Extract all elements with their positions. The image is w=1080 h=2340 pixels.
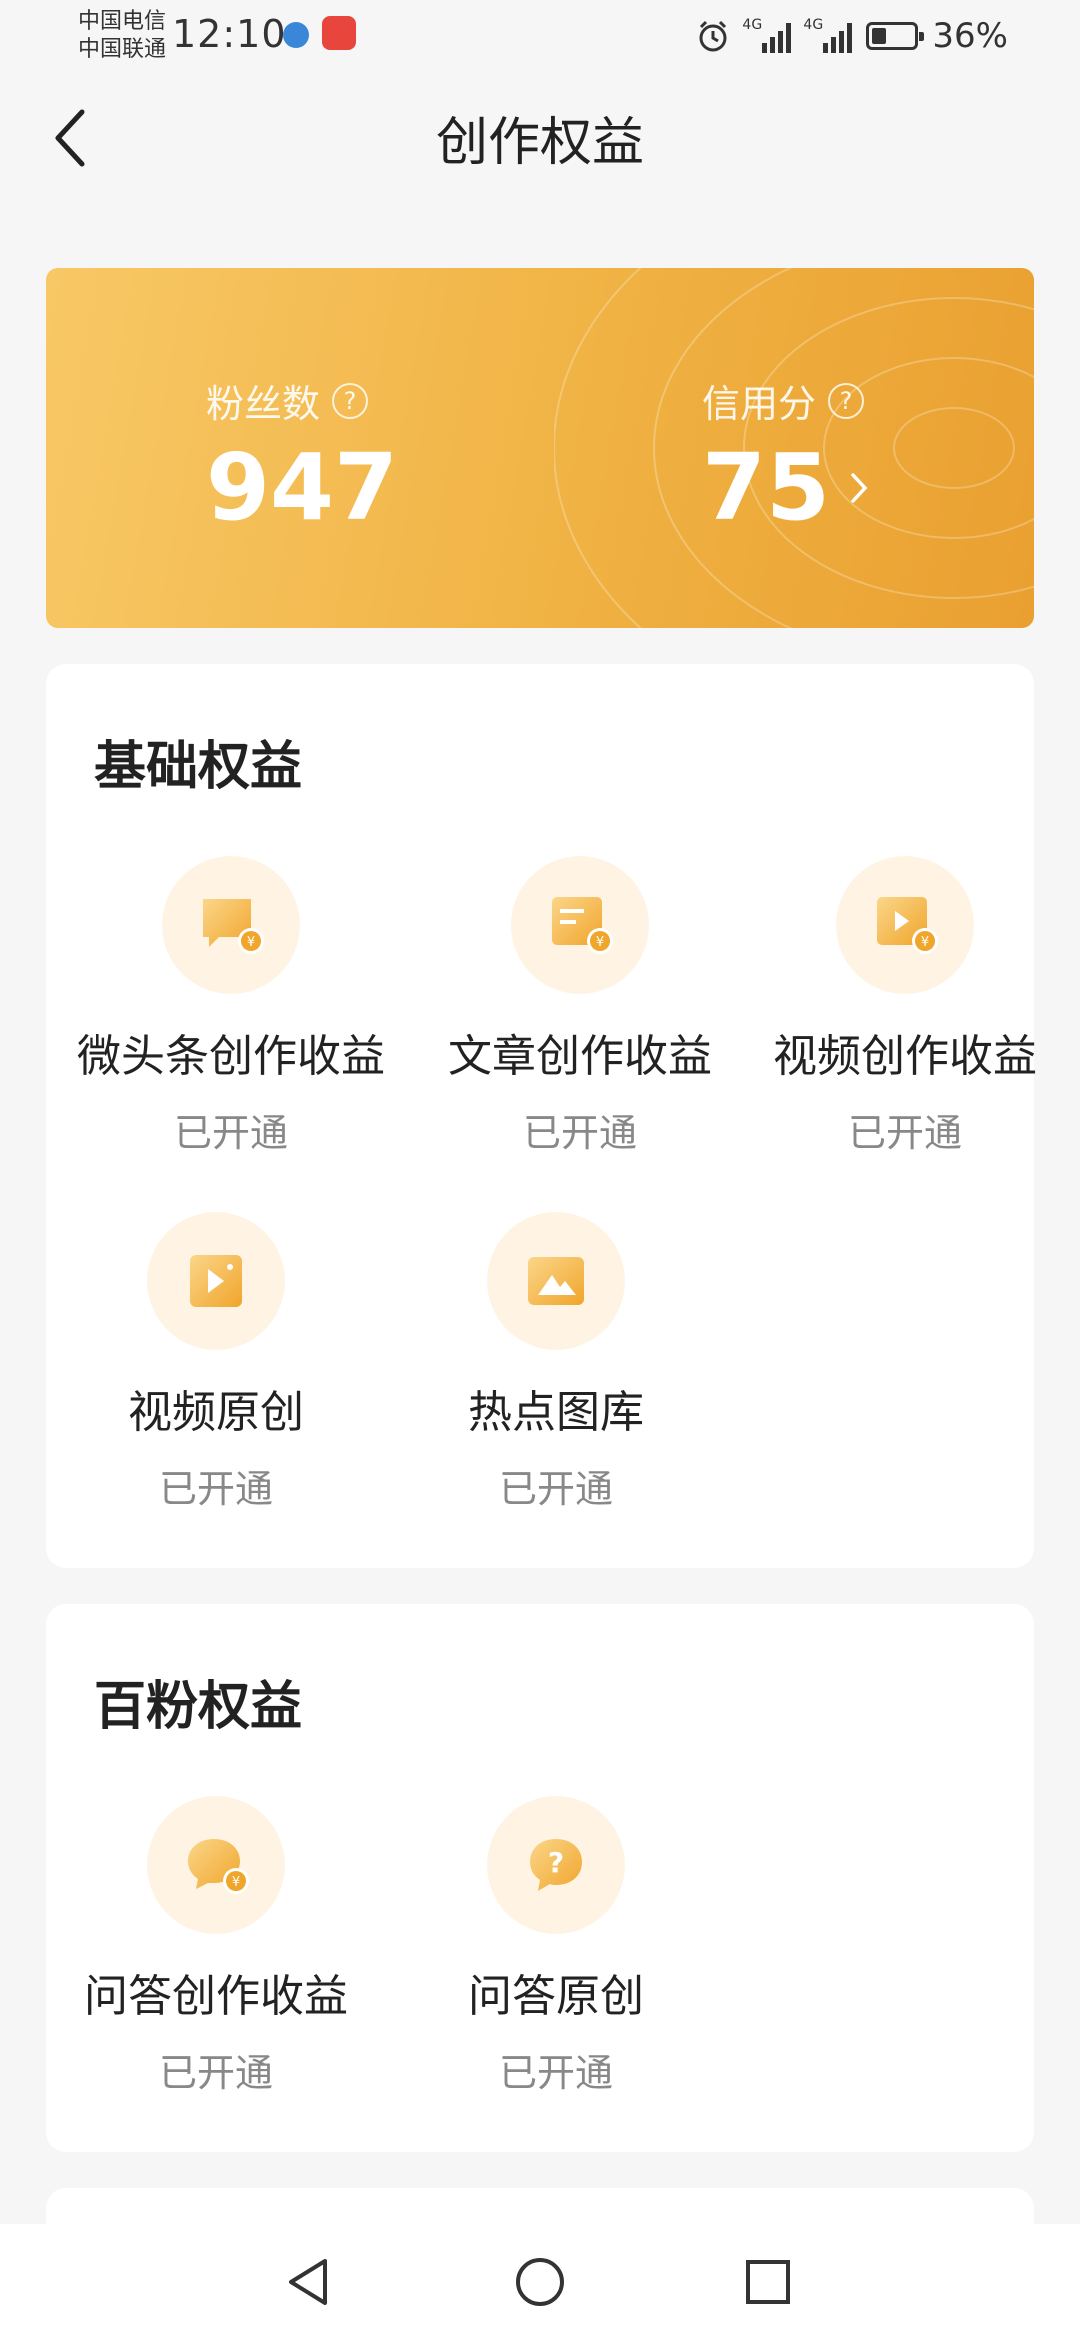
- benefit-qa-original[interactable]: ? 问答原创 已开通: [391, 1796, 721, 2097]
- benefit-name: 微头条创作收益: [77, 1031, 385, 1082]
- nav-back-icon: [289, 2259, 327, 2305]
- alarm-icon: [699, 20, 727, 52]
- icon-circle: ¥: [162, 856, 300, 994]
- network-type-1: 4G: [742, 17, 763, 33]
- status-time: 12:10: [172, 12, 287, 56]
- benefit-micro-post-income[interactable]: ¥ 微头条创作收益 已开通: [66, 856, 396, 1157]
- benefit-status: 已开通: [498, 1467, 613, 1511]
- svg-text:?: ?: [548, 1846, 564, 1879]
- svg-text:¥: ¥: [596, 935, 604, 950]
- svg-text:¥: ¥: [921, 935, 929, 950]
- benefit-status: 已开通: [522, 1111, 637, 1155]
- svg-text:¥: ¥: [247, 935, 255, 950]
- fans-value: 947: [206, 434, 399, 541]
- benefit-qa-income[interactable]: ¥ 问答创作收益 已开通: [51, 1796, 381, 2097]
- benefit-status: 已开通: [158, 1467, 273, 1511]
- battery-fill: [872, 28, 887, 44]
- benefit-name: 文章创作收益: [448, 1031, 712, 1082]
- signal-icon: 4G: [742, 17, 792, 53]
- icon-circle: ¥: [511, 856, 649, 994]
- battery-icon: [866, 22, 925, 50]
- benefit-status: 已开通: [847, 1111, 962, 1155]
- icon-circle: ¥: [836, 856, 974, 994]
- carrier-info: 中国电信 中国联通: [78, 8, 166, 64]
- signal-icon: 4G: [803, 17, 853, 53]
- image-library-icon: [528, 1257, 584, 1305]
- hundred-fan-benefits-section: 百粉权益 ¥ 问答创作收益 已开通 ? 问答原创 已开通: [46, 1604, 1034, 2152]
- icon-circle: [487, 1212, 625, 1350]
- fans-label: 粉丝数: [206, 382, 321, 426]
- status-bar: 中国电信 中国联通 12:10 4G 4G 36%: [0, 0, 1080, 72]
- credit-stat[interactable]: 信用分 ? 75: [702, 373, 870, 541]
- article-income-icon: ¥: [552, 897, 613, 954]
- benefit-status: 已开通: [498, 2051, 613, 2095]
- benefit-name: 视频创作收益: [773, 1031, 1037, 1082]
- svg-text:¥: ¥: [232, 1875, 240, 1890]
- huawei-app-icon: [322, 16, 356, 50]
- status-right: 4G 4G 36%: [696, 16, 1008, 56]
- nav-home-button[interactable]: [508, 2250, 572, 2314]
- benefit-video-income[interactable]: ¥ 视频创作收益 已开通: [740, 856, 1070, 1157]
- nav-home-icon: [516, 2258, 564, 2306]
- micro-post-income-icon: ¥: [203, 899, 264, 954]
- nav-recents-icon: [746, 2260, 790, 2304]
- benefit-image-library[interactable]: 热点图库 已开通: [391, 1212, 721, 1513]
- basic-benefits-section: 基础权益 ¥ 微头条创作收益 已开通 ¥ 文章创作收益 已开通 ¥ 视频创作收益…: [46, 664, 1037, 1568]
- fans-stat[interactable]: 粉丝数 ? 947: [206, 373, 398, 541]
- stats-card: 粉丝数 ? 947 信用分 ? 75: [46, 268, 1034, 628]
- question-circle-icon[interactable]: ?: [332, 382, 369, 419]
- nav-recents-button[interactable]: [736, 2250, 800, 2314]
- benefit-status: 已开通: [158, 2051, 273, 2095]
- video-income-icon: ¥: [877, 897, 938, 954]
- question-circle-icon[interactable]: ?: [828, 382, 865, 419]
- icon-circle: ?: [487, 1796, 625, 1934]
- video-original-icon: [190, 1255, 242, 1307]
- page-title: 创作权益: [435, 113, 644, 173]
- benefit-status: 已开通: [173, 1111, 288, 1155]
- carrier-2: 中国联通: [78, 37, 167, 62]
- network-type-2: 4G: [803, 17, 824, 33]
- qa-original-icon: ?: [530, 1839, 582, 1891]
- battery-percent: 36%: [932, 16, 1008, 56]
- nav-back-button[interactable]: [276, 2250, 340, 2314]
- qa-income-icon: ¥: [188, 1839, 249, 1894]
- benefit-name: 视频原创: [128, 1387, 304, 1438]
- benefit-video-original[interactable]: 视频原创 已开通: [51, 1212, 381, 1513]
- chevron-right-icon: [851, 472, 868, 503]
- icon-circle: ¥: [147, 1796, 285, 1934]
- benefit-name: 问答原创: [468, 1971, 644, 2022]
- credit-label: 信用分: [702, 382, 817, 426]
- section-title-basic: 基础权益: [94, 737, 303, 797]
- benefit-name: 问答创作收益: [84, 1971, 348, 2022]
- system-nav-bar: [0, 2224, 1080, 2340]
- icon-circle: [147, 1212, 285, 1350]
- benefit-article-income[interactable]: ¥ 文章创作收益 已开通: [415, 856, 745, 1157]
- benefit-name: 热点图库: [468, 1387, 644, 1438]
- credit-value: 75: [702, 434, 831, 541]
- section-title-hundred: 百粉权益: [94, 1677, 303, 1737]
- carrier-1: 中国电信: [78, 9, 167, 34]
- network-app-icon: [283, 22, 309, 48]
